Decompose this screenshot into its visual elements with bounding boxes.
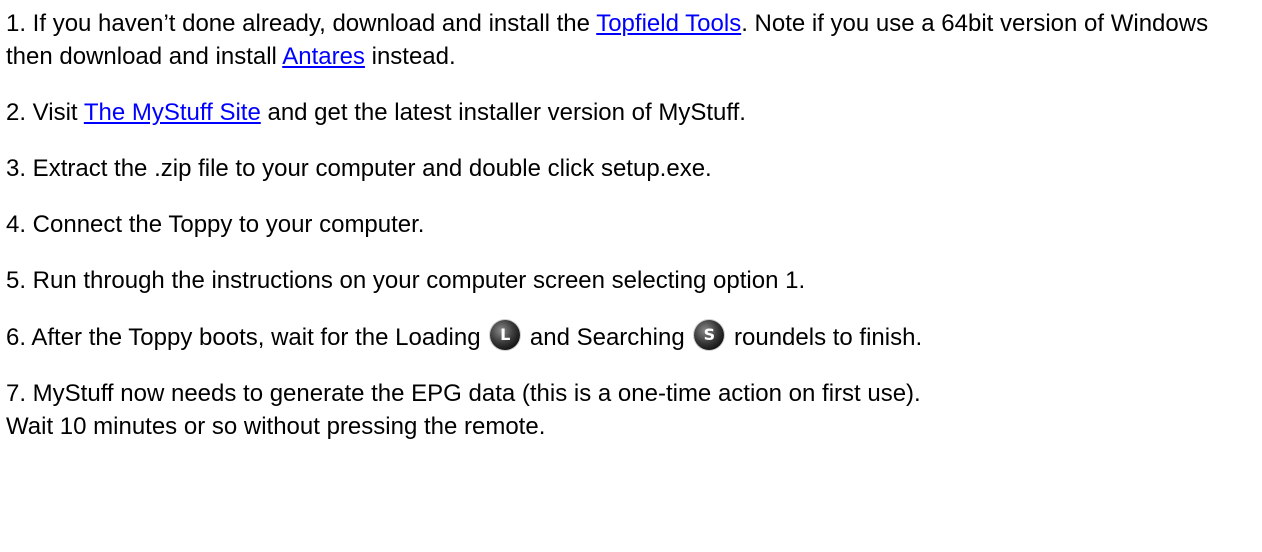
loading-roundel-icon: L xyxy=(490,320,521,350)
step-6: 6. After the Toppy boots, wait for the L… xyxy=(6,320,1256,354)
step-1-text-before: 1. If you haven’t done already, download… xyxy=(6,10,597,37)
antares-link[interactable]: Antares xyxy=(282,43,365,70)
loading-roundel-letter: L xyxy=(500,325,511,344)
step-6-text-before: 6. After the Toppy boots, wait for the L… xyxy=(6,324,488,351)
step-2-text-after: and get the latest installer version of … xyxy=(260,99,746,126)
topfield-tools-link[interactable]: Topfield Tools xyxy=(596,10,741,37)
step-1: 1. If you haven’t done already, download… xyxy=(6,7,1256,73)
step-7-line-1: 7. MyStuff now needs to generate the EPG… xyxy=(6,380,921,407)
searching-roundel-letter: S xyxy=(703,325,716,344)
searching-roundel-icon: S xyxy=(694,320,725,350)
step-1-text-after: instead. xyxy=(364,43,456,70)
step-5: 5. Run through the instructions on your … xyxy=(6,267,806,294)
instructions-content: 1. If you haven’t done already, download… xyxy=(0,7,1256,443)
step-7-line-2: Wait 10 minutes or so without pressing t… xyxy=(6,413,546,440)
step-2: 2. Visit The MyStuff Site and get the la… xyxy=(6,96,1256,129)
mystuff-site-link[interactable]: The MyStuff Site xyxy=(84,99,261,126)
step-2-text-before: 2. Visit xyxy=(6,99,84,126)
step-6-text-middle: and Searching xyxy=(523,324,692,351)
step-3: 3. Extract the .zip file to your compute… xyxy=(6,155,712,182)
step-6-text-after: roundels to finish. xyxy=(727,324,923,351)
step-4: 4. Connect the Toppy to your computer. xyxy=(6,211,425,238)
step-7: 7. MyStuff now needs to generate the EPG… xyxy=(6,377,1256,443)
